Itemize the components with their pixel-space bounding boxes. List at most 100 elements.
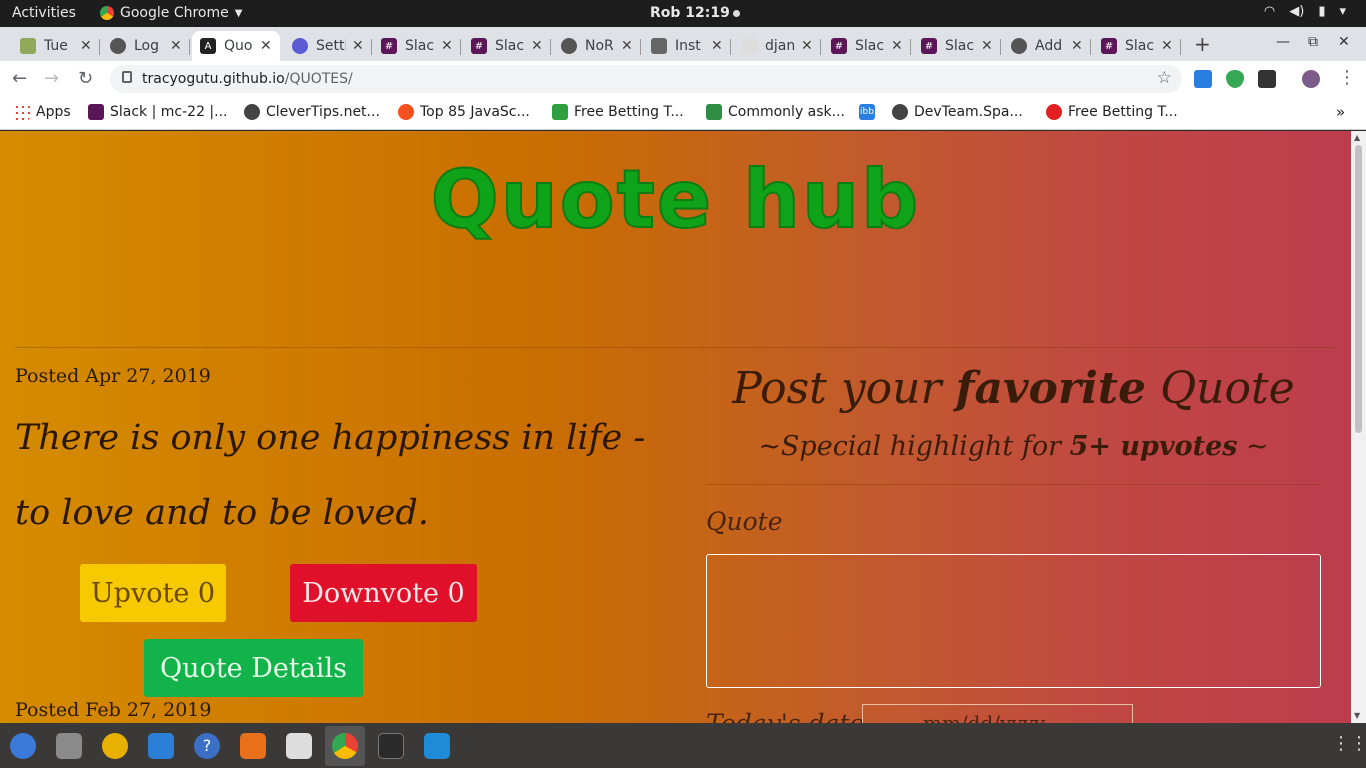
show-apps-grid-icon[interactable]: ⋮⋮⋮ <box>1332 733 1366 754</box>
tab[interactable]: # Slac ✕ <box>373 31 461 61</box>
close-icon[interactable]: ✕ <box>981 38 993 54</box>
globe-icon <box>561 38 577 54</box>
navigation-bar: ← → ↻ tracyogutu.github.io/QUOTES/ ☆ ⋮ <box>0 61 1366 97</box>
bookmark-item[interactable]: DevTeam.Spa... <box>892 104 1023 120</box>
close-icon[interactable]: ✕ <box>352 38 364 54</box>
thunderbird-icon[interactable] <box>10 733 36 759</box>
form-title-emphasis: favorite <box>955 363 1147 414</box>
menu-kebab-icon[interactable]: ⋮ <box>1338 67 1356 88</box>
amazon-icon[interactable] <box>286 733 312 759</box>
quote-details-button[interactable]: Quote Details <box>144 639 363 697</box>
slack-icon: # <box>921 38 937 54</box>
cube-icon <box>741 38 757 54</box>
activities-button[interactable]: Activities <box>12 5 76 21</box>
software-icon[interactable] <box>240 733 266 759</box>
close-icon[interactable]: ✕ <box>891 38 903 54</box>
close-icon[interactable]: ✕ <box>801 38 813 54</box>
bookmark-item[interactable]: Slack | mc-22 |... <box>88 104 228 120</box>
quote-textarea[interactable] <box>706 554 1321 688</box>
tab-title: djan <box>765 38 795 54</box>
tab-separator <box>1180 39 1181 55</box>
close-icon[interactable]: ✕ <box>621 38 633 54</box>
url-path: /QUOTES/ <box>284 71 353 87</box>
tab[interactable]: # Slac ✕ <box>1093 31 1181 61</box>
slack-icon: # <box>381 38 397 54</box>
tab[interactable]: Log ✕ <box>102 31 190 61</box>
cube-extension-icon[interactable] <box>1258 70 1276 88</box>
profile-avatar[interactable] <box>1302 70 1320 88</box>
bookmark-item[interactable]: Free Betting T... <box>552 104 684 120</box>
back-button[interactable]: ← <box>12 68 27 89</box>
bookmark-label: Slack | mc-22 |... <box>110 104 228 120</box>
rhythmbox-icon[interactable] <box>102 733 128 759</box>
tab-title: Setti <box>316 38 346 54</box>
scrollbar-thumb[interactable] <box>1355 145 1362 433</box>
vscode-icon[interactable] <box>424 733 450 759</box>
bookmark-label: DevTeam.Spa... <box>914 104 1023 120</box>
download-extension-icon[interactable] <box>1194 70 1212 88</box>
bookmark-item[interactable]: CleverTips.net... <box>244 104 380 120</box>
close-icon[interactable]: ✕ <box>1161 38 1173 54</box>
date-input[interactable]: mm/dd/yyyy <box>862 704 1133 723</box>
forward-button[interactable]: → <box>44 68 59 89</box>
reload-button[interactable]: ↻ <box>78 68 93 89</box>
battery-icon: ▮ <box>1318 4 1326 19</box>
minimize-button[interactable]: — <box>1276 34 1290 50</box>
close-icon[interactable]: ✕ <box>441 38 453 54</box>
close-icon[interactable]: ✕ <box>711 38 723 54</box>
close-icon[interactable]: ✕ <box>170 38 182 54</box>
terminal-icon[interactable] <box>378 733 404 759</box>
upvote-button[interactable]: Upvote 0 <box>80 564 226 622</box>
bookmark-item[interactable]: Commonly ask... <box>706 104 845 120</box>
tab-separator <box>820 39 821 55</box>
tab-active[interactable]: A Quo ✕ <box>192 31 280 61</box>
taskbar-dock: ? ⋮⋮⋮ <box>0 723 1366 768</box>
form-subtitle: ~Special highlight for 5+ upvotes ~ <box>706 431 1321 462</box>
tab[interactable]: NoR ✕ <box>553 31 641 61</box>
writer-icon[interactable] <box>148 733 174 759</box>
close-icon[interactable]: ✕ <box>531 38 543 54</box>
tab[interactable]: Tue ✕ <box>12 31 100 61</box>
quote-label: Quote <box>706 507 783 536</box>
url-text: tracyogutu.github.io/QUOTES/ <box>142 71 353 87</box>
bookmark-ibb[interactable]: ibb <box>859 104 875 120</box>
tab[interactable]: Add ✕ <box>1003 31 1091 61</box>
scroll-down-icon[interactable]: ▼ <box>1354 711 1360 720</box>
system-tray[interactable]: ◠ ◀) ▮ ▾ <box>1264 4 1346 19</box>
bookmark-label: Apps <box>36 104 71 120</box>
page-scrollbar[interactable]: ▲ ▼ <box>1351 131 1366 723</box>
tab-title: Slac <box>405 38 435 54</box>
betting-icon <box>552 104 568 120</box>
bookmark-item[interactable]: Free Betting T... <box>1046 104 1178 120</box>
tab-separator <box>460 39 461 55</box>
bookmark-apps[interactable]: Apps <box>14 104 71 120</box>
scroll-up-icon[interactable]: ▲ <box>1354 133 1360 142</box>
app-menu[interactable]: Google Chrome ▼ <box>100 5 242 21</box>
tab[interactable]: # Slac ✕ <box>823 31 911 61</box>
tab-title: Slac <box>495 38 525 54</box>
address-bar[interactable]: tracyogutu.github.io/QUOTES/ ☆ <box>110 65 1182 93</box>
chrome-icon[interactable] <box>332 733 358 759</box>
bookmark-label: CleverTips.net... <box>266 104 380 120</box>
window-close-button[interactable]: ✕ <box>1338 34 1350 50</box>
shield-extension-icon[interactable] <box>1226 70 1244 88</box>
downvote-button[interactable]: Downvote 0 <box>290 564 477 622</box>
help-icon[interactable]: ? <box>194 733 220 759</box>
bookmark-label: Free Betting T... <box>1068 104 1178 120</box>
clock[interactable]: Rob 12:19 <box>650 5 740 21</box>
bookmark-star-icon[interactable]: ☆ <box>1157 68 1172 88</box>
new-tab-button[interactable]: + <box>1194 32 1211 56</box>
tab[interactable]: # Slac ✕ <box>463 31 551 61</box>
tab[interactable]: Setti ✕ <box>284 31 372 61</box>
files-icon[interactable] <box>56 733 82 759</box>
tab[interactable]: djan ✕ <box>733 31 821 61</box>
close-icon[interactable]: ✕ <box>260 38 272 54</box>
maximize-button[interactable]: ⧉ <box>1308 34 1318 50</box>
tab-separator <box>99 39 100 55</box>
close-icon[interactable]: ✕ <box>80 38 92 54</box>
tab[interactable]: # Slac ✕ <box>913 31 1001 61</box>
close-icon[interactable]: ✕ <box>1071 38 1083 54</box>
bookmark-item[interactable]: Top 85 JavaSc... <box>398 104 530 120</box>
tab[interactable]: Inst ✕ <box>643 31 731 61</box>
more-bookmarks-icon[interactable]: » <box>1336 103 1345 121</box>
